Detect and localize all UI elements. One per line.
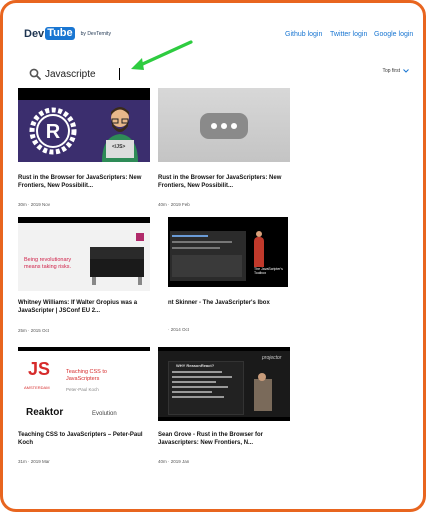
video-thumbnail[interactable]: Being revolutionary means taking risks. bbox=[18, 217, 150, 291]
thumb-sponsor-2: Evolution bbox=[92, 411, 117, 417]
video-meta: 40m · 2019 Jan bbox=[158, 459, 190, 464]
search-icon bbox=[29, 68, 41, 80]
logo-by-text: by DevTernity bbox=[80, 30, 111, 37]
thumb-slide-text: Being revolutionary means taking risks. bbox=[24, 257, 72, 270]
thumb-caption: The JavaScripter's Toolbox bbox=[254, 267, 283, 275]
app-frame: Dev Tube by DevTernity Github login Twit… bbox=[0, 0, 426, 512]
video-thumbnail[interactable]: WHY ReasonReact? projector bbox=[158, 347, 290, 421]
video-meta: 40m · 2019 Feb bbox=[158, 202, 190, 207]
js-logo-icon: JS bbox=[28, 359, 51, 379]
svg-text:R: R bbox=[46, 121, 61, 143]
logo-dev-text: Dev bbox=[24, 27, 45, 40]
more-options-icon bbox=[200, 113, 248, 139]
video-thumbnail[interactable] bbox=[158, 88, 290, 162]
video-title[interactable]: Rust in the Browser for JavaScripters: N… bbox=[18, 174, 152, 190]
thumb-city: AMSTERDAM bbox=[24, 385, 50, 390]
text-cursor bbox=[119, 68, 120, 80]
video-title[interactable]: nt Skinner - The JavaScripter's lbox bbox=[168, 299, 302, 307]
video-title[interactable]: Rust in the Browser for JavaScripters: N… bbox=[158, 174, 292, 190]
devtube-logo[interactable]: Dev Tube by DevTernity bbox=[24, 27, 111, 40]
video-meta: 30m · 2019 Nov bbox=[18, 202, 51, 207]
video-meta: 25m · 2015 Oct bbox=[18, 328, 50, 333]
chair-image-icon bbox=[90, 247, 144, 285]
video-thumbnail[interactable]: The JavaScripter's Toolbox bbox=[168, 217, 288, 287]
speaker-figure bbox=[254, 379, 272, 411]
annotation-arrow-icon bbox=[131, 40, 193, 70]
video-meta: · 2014 Oct bbox=[168, 327, 190, 332]
speaker-figure bbox=[254, 237, 264, 267]
video-title[interactable]: Whitney Williams: If Walter Gropius was … bbox=[18, 299, 152, 315]
thumb-sponsor: Reaktor bbox=[26, 407, 64, 418]
logo-tube-text: Tube bbox=[45, 27, 75, 40]
thumb-slide-author: Peter-Paul Koch bbox=[66, 387, 99, 392]
video-title[interactable]: Sean Grove - Rust in the Browser for Jav… bbox=[158, 431, 292, 447]
sort-label: Top first bbox=[382, 68, 400, 74]
video-thumbnail[interactable]: R </JS> bbox=[18, 88, 150, 162]
thumb-slide-title: WHY ReasonReact? bbox=[176, 363, 215, 368]
video-meta: 31m · 2019 Mar bbox=[18, 459, 50, 464]
brand-icon bbox=[136, 233, 144, 241]
header: Dev Tube by DevTernity Github login Twit… bbox=[3, 3, 423, 63]
chevron-down-icon bbox=[403, 69, 409, 73]
thumb-brand: projector bbox=[262, 355, 282, 361]
twitter-login-link[interactable]: Twitter login bbox=[330, 31, 367, 38]
video-thumbnail[interactable]: JS AMSTERDAM Teaching CSS to JavaScripte… bbox=[18, 347, 150, 421]
thumb-caption: </JS> bbox=[112, 144, 126, 150]
sort-select[interactable]: Top first bbox=[382, 68, 409, 74]
rust-logo-icon: R bbox=[29, 107, 77, 155]
google-login-link[interactable]: Google login bbox=[374, 31, 413, 38]
developer-illustration-icon bbox=[102, 107, 138, 162]
thumb-slide-title: Teaching CSS to JavaScripters bbox=[66, 369, 107, 382]
github-login-link[interactable]: Github login bbox=[285, 31, 322, 38]
search-bar: Top first bbox=[27, 65, 409, 83]
video-title[interactable]: Teaching CSS to JavaScripters – Peter-Pa… bbox=[18, 431, 152, 447]
